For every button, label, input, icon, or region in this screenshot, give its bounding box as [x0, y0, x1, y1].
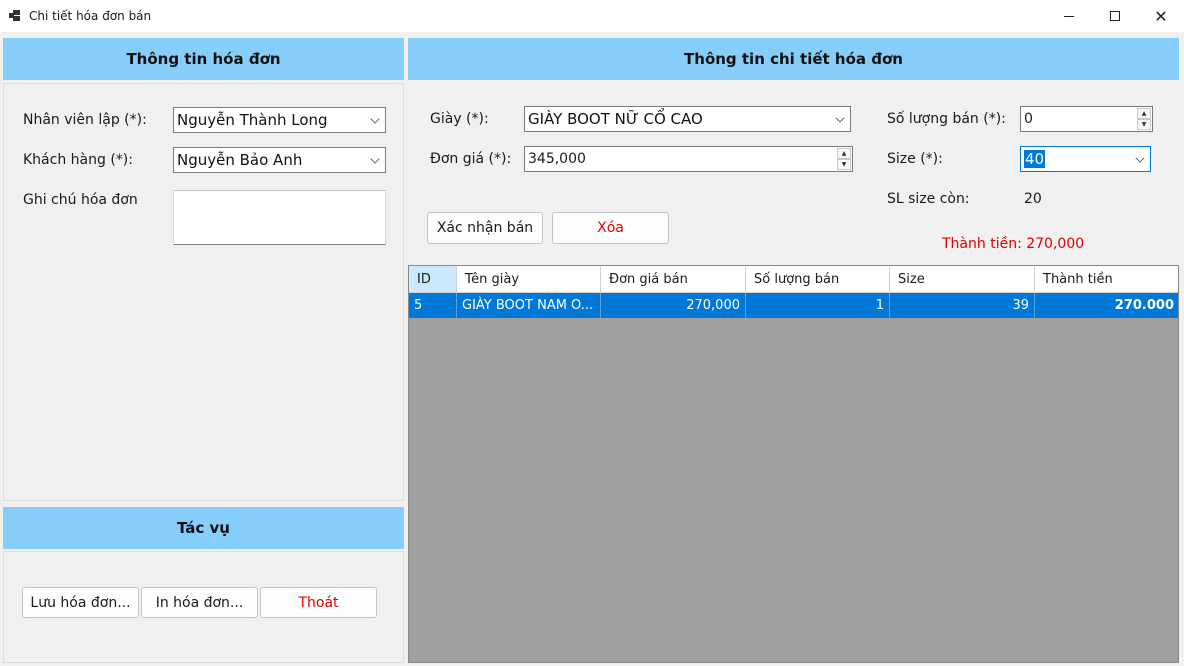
close-icon: ✕ — [1154, 6, 1168, 26]
delete-button[interactable]: Xóa — [552, 212, 669, 244]
maximize-button[interactable] — [1092, 0, 1138, 32]
actions-panel-header: Tác vụ — [3, 507, 404, 549]
cell-price: 270,000 — [601, 293, 746, 318]
spin-up-icon[interactable]: ▲ — [1137, 108, 1151, 119]
detail-grid[interactable]: ID Tên giày Đơn giá bán Số lượng bán Siz… — [408, 265, 1179, 663]
shoe-combo[interactable]: GIÀY BOOT NỮ CỔ CAO — [524, 106, 851, 132]
confirm-sale-button[interactable]: Xác nhận bán — [427, 212, 543, 244]
employee-combo[interactable]: Nguyễn Thành Long — [173, 107, 386, 133]
cell-total: 270.000 — [1035, 293, 1178, 318]
save-invoice-button[interactable]: Lưu hóa đơn... — [22, 587, 139, 618]
shoe-value: GIÀY BOOT NỮ CỔ CAO — [528, 110, 703, 128]
invoice-panel: Nhân viên lập (*): Nguyễn Thành Long Khá… — [3, 83, 404, 501]
chevron-down-icon — [835, 113, 845, 123]
chevron-down-icon — [1135, 153, 1145, 163]
customer-combo[interactable]: Nguyễn Bảo Anh — [173, 147, 386, 173]
minimize-icon — [1064, 15, 1074, 17]
price-label: Đơn giá (*): — [430, 151, 512, 167]
employee-value: Nguyễn Thành Long — [177, 111, 328, 129]
customer-value: Nguyễn Bảo Anh — [177, 151, 303, 169]
column-header-qty[interactable]: Số lượng bán — [746, 266, 890, 293]
chevron-down-icon — [370, 114, 380, 124]
employee-label: Nhân viên lập (*): — [23, 112, 147, 128]
minimize-button[interactable] — [1046, 0, 1092, 32]
title-bar: Chi tiết hóa đơn bán ✕ — [0, 0, 1184, 32]
app-icon — [9, 10, 21, 22]
size-value: 40 — [1024, 150, 1046, 168]
column-header-price[interactable]: Đơn giá bán — [601, 266, 746, 293]
table-row[interactable]: 5 GIÀY BOOT NAM O... 270,000 1 39 270.00… — [409, 293, 1178, 318]
column-header-total[interactable]: Thành tiền — [1035, 266, 1178, 293]
detail-panel: Giày (*): GIÀY BOOT NỮ CỔ CAO Đơn giá (*… — [408, 83, 1179, 265]
customer-label: Khách hàng (*): — [23, 152, 133, 168]
note-textarea[interactable] — [173, 190, 386, 245]
size-left-value: 20 — [1024, 191, 1042, 207]
cell-qty: 1 — [746, 293, 890, 318]
qty-value: 0 — [1024, 111, 1033, 127]
cell-name: GIÀY BOOT NAM O... — [457, 293, 601, 318]
qty-input[interactable]: 0 ▲ ▼ — [1020, 106, 1153, 132]
price-value: 345,000 — [528, 151, 586, 167]
qty-spinner[interactable]: ▲ ▼ — [1137, 108, 1151, 130]
detail-panel-header: Thông tin chi tiết hóa đơn — [408, 38, 1179, 80]
spin-up-icon[interactable]: ▲ — [837, 148, 851, 159]
qty-label: Số lượng bán (*): — [887, 111, 1006, 127]
size-left-label: SL size còn: — [887, 191, 970, 207]
cell-size: 39 — [890, 293, 1035, 318]
exit-button[interactable]: Thoát — [260, 587, 377, 618]
column-header-size[interactable]: Size — [890, 266, 1035, 293]
column-header-id[interactable]: ID — [409, 266, 457, 293]
window-title: Chi tiết hóa đơn bán — [29, 9, 152, 23]
size-combo[interactable]: 40 — [1020, 146, 1151, 172]
spin-down-icon[interactable]: ▼ — [837, 159, 851, 170]
grid-header: ID Tên giày Đơn giá bán Số lượng bán Siz… — [409, 266, 1178, 293]
maximize-icon — [1110, 11, 1120, 21]
invoice-panel-header: Thông tin hóa đơn — [3, 38, 404, 80]
note-label: Ghi chú hóa đơn — [23, 192, 138, 208]
actions-panel: Lưu hóa đơn... In hóa đơn... Thoát — [3, 551, 404, 663]
spin-down-icon[interactable]: ▼ — [1137, 119, 1151, 130]
print-invoice-button[interactable]: In hóa đơn... — [141, 587, 258, 618]
chevron-down-icon — [370, 154, 380, 164]
total-amount: Thành tiền: 270,000 — [942, 236, 1085, 252]
price-input[interactable]: 345,000 ▲ ▼ — [524, 146, 853, 172]
shoe-label: Giày (*): — [430, 111, 489, 127]
close-button[interactable]: ✕ — [1138, 0, 1184, 32]
column-header-name[interactable]: Tên giày — [457, 266, 601, 293]
cell-id: 5 — [409, 293, 457, 318]
size-label: Size (*): — [887, 151, 943, 167]
price-spinner[interactable]: ▲ ▼ — [837, 148, 851, 170]
